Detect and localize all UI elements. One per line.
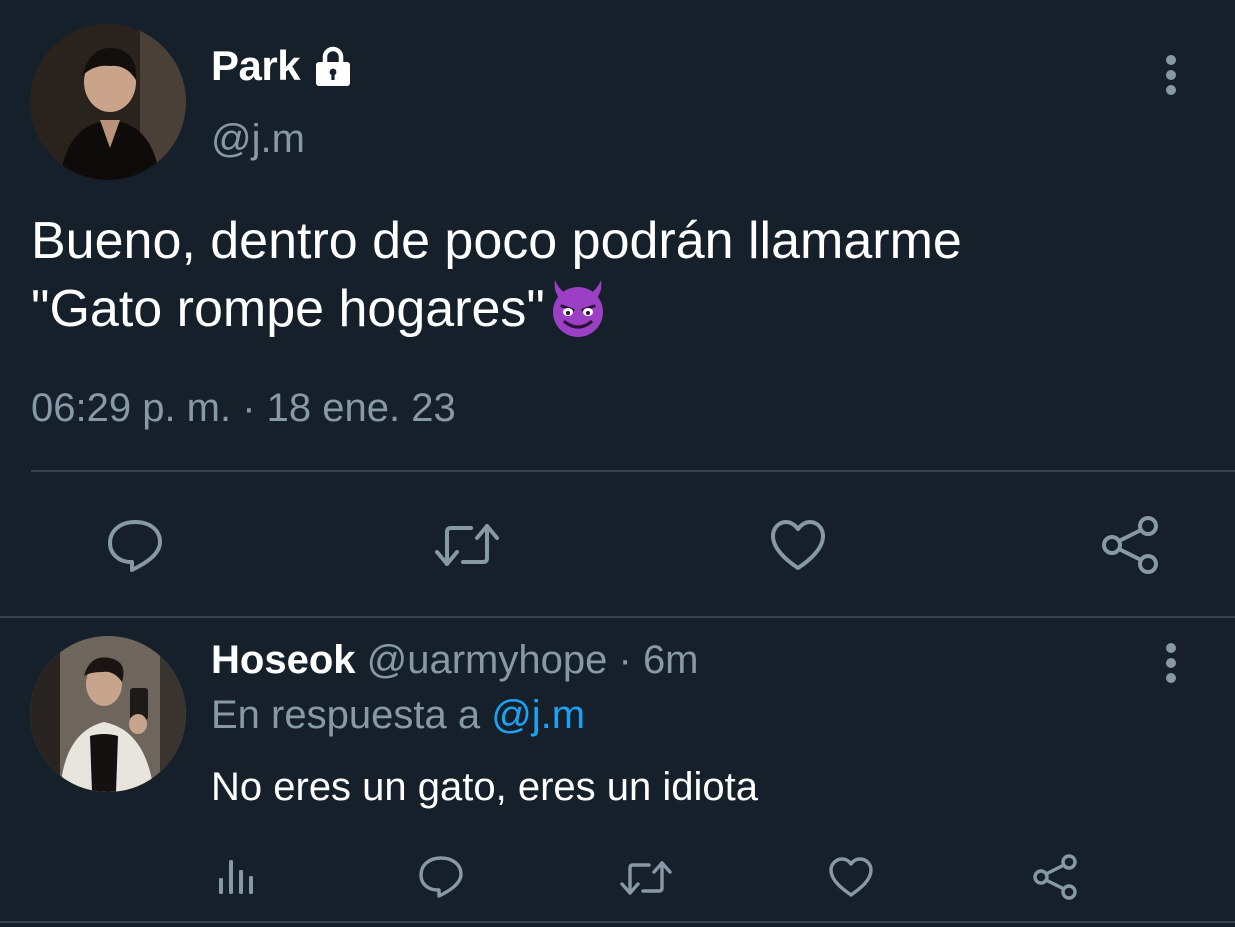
reply-separator: · [618,638,632,682]
reply-author-handle[interactable]: @uarmyhope [367,638,608,682]
share-icon[interactable] [1032,854,1078,900]
avatar[interactable] [30,636,186,792]
tweet-text-quote: "Gato rompe hogares" [31,280,545,338]
author-display-name[interactable]: Park [211,42,301,90]
tweet-text: Bueno, dentro de poco podrán llamarme "G… [31,208,1181,342]
like-icon[interactable] [828,856,874,898]
tweet-timestamp[interactable]: 06:29 p. m. · 18 ene. 23 [31,386,456,431]
smiling-face-with-horns-icon [552,280,603,337]
reply-author-display-name[interactable]: Hoseok [211,638,356,682]
replying-to: En respuesta a @j.m [211,693,585,738]
reply-icon[interactable] [418,855,464,899]
more-options-icon[interactable] [1164,55,1178,95]
reply-time[interactable]: 6m [643,638,699,682]
replying-to-label: En respuesta a [211,693,481,737]
analytics-icon[interactable] [217,856,255,896]
reply-icon[interactable] [106,518,164,572]
divider [0,616,1235,618]
reply-header: Hoseok @uarmyhope · 6m [211,638,699,683]
share-icon[interactable] [1100,516,1160,574]
tweet-text-line-1: Bueno, dentro de poco podrán llamarme [31,212,962,270]
avatar-photo-park [30,24,186,180]
reply-text: No eres un gato, eres un idiota [211,765,759,809]
retweet-icon[interactable] [619,858,673,898]
tweet-detail-page: Park @j.m Bueno, dentro de poco podrán l… [0,0,1235,927]
replying-to-mention[interactable]: @j.m [491,693,585,737]
tweet-text-line-2: "Gato rompe hogares" [31,274,1181,342]
avatar-photo-hoseok [30,636,186,792]
divider [0,921,1235,923]
author-name-row: Park [211,42,356,90]
lock-icon [316,46,351,86]
author-handle[interactable]: @j.m [211,117,305,162]
more-options-icon[interactable] [1164,643,1178,683]
retweet-icon[interactable] [433,520,501,570]
divider [31,470,1235,472]
avatar[interactable] [30,24,186,180]
like-icon[interactable] [769,518,827,572]
